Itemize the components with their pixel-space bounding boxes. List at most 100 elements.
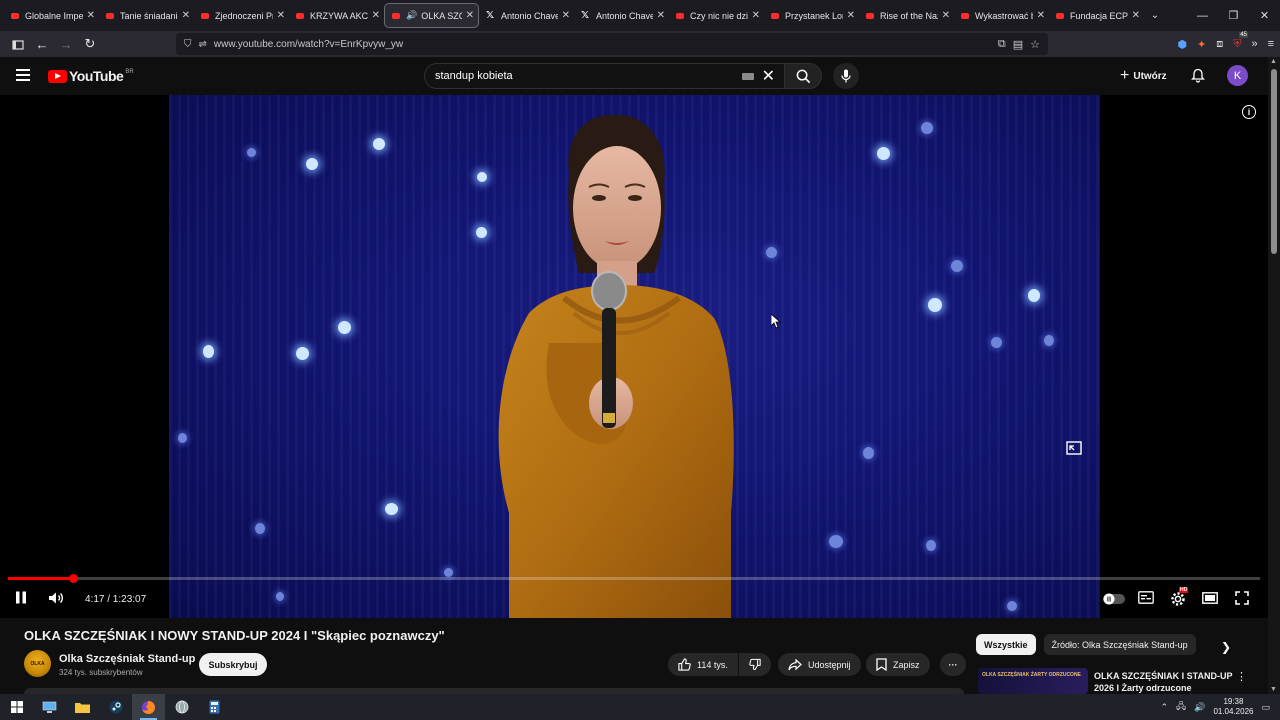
reader-view-icon[interactable]: ▤	[1013, 38, 1023, 51]
chip-all[interactable]: Wszystkie	[976, 634, 1036, 655]
ublock-icon[interactable]: ⛨ 45	[1233, 31, 1248, 51]
file-explorer-icon[interactable]	[66, 694, 99, 720]
search-button[interactable]	[784, 63, 822, 89]
browser-tab[interactable]: Zjednoczeni Pra ✕	[194, 3, 289, 28]
tab-close-icon[interactable]: ✕	[466, 10, 474, 21]
notifications-center-icon[interactable]: ▭	[1261, 702, 1270, 713]
tab-close-icon[interactable]: ✕	[372, 10, 380, 21]
bookmark-star-icon[interactable]: ☆	[1030, 38, 1040, 51]
browser-tab[interactable]: 𝕏 Antonio Chavez ✕	[479, 3, 574, 28]
privacy-badger-icon[interactable]: ⬢	[1177, 38, 1187, 51]
speaker-icon[interactable]: 🔊	[1194, 702, 1205, 713]
subscribe-button[interactable]: Subskrybuj	[199, 653, 267, 676]
more-actions-icon[interactable]: ···	[940, 653, 966, 676]
firefox-icon[interactable]	[132, 694, 165, 720]
notifications-bell-icon[interactable]	[1190, 68, 1206, 88]
create-button[interactable]: + Utwórz	[1120, 67, 1167, 85]
video-frame[interactable]	[169, 95, 1100, 618]
calculator-icon[interactable]	[198, 694, 231, 720]
minimize-icon[interactable]: —	[1187, 0, 1218, 31]
miniplayer-expand-icon[interactable]	[1066, 441, 1082, 455]
maximize-icon[interactable]: ❐	[1218, 0, 1249, 31]
tab-close-icon[interactable]: ✕	[657, 10, 665, 21]
start-button[interactable]	[0, 694, 33, 720]
address-bar[interactable]: ⛉ ⇌ www.youtube.com/watch?v=EnrKpvyw_yw …	[176, 33, 1048, 55]
permissions-icon[interactable]: ⇌	[199, 39, 207, 50]
browser-tab[interactable]: Wykastrować b ✕	[954, 3, 1049, 28]
tab-list-menu-icon[interactable]: ⌄	[1144, 10, 1166, 21]
browser-tab[interactable]: Tanie śniadanie ✕	[99, 3, 194, 28]
channel-name[interactable]: Olka Szczęśniak Stand-up	[59, 653, 195, 665]
related-video-thumbnail[interactable]: OLKA SZCZĘŚNIAK ŻARTY ODRZUCONE	[978, 668, 1088, 694]
overflow-chevron-icon[interactable]: »	[1251, 38, 1257, 50]
dislike-button[interactable]	[739, 653, 771, 676]
tab-close-icon[interactable]: ✕	[1037, 10, 1045, 21]
scroll-up-icon[interactable]: ▲	[1270, 58, 1277, 65]
browser-tab[interactable]: Globalne Imperi ✕	[4, 3, 99, 28]
browser-tab[interactable]: Przystanek Loms ✕	[764, 3, 859, 28]
browser-tab[interactable]: Czy nic nie dzieje ✕	[669, 3, 764, 28]
sidebar-toggle-icon[interactable]	[6, 33, 30, 55]
chip-source-channel[interactable]: Źródło: Olka Szczęśniak Stand-up	[1043, 634, 1196, 655]
reload-icon[interactable]: ↻	[78, 33, 102, 55]
shield-icon[interactable]: ⛉	[184, 39, 192, 50]
picture-in-picture-icon[interactable]: ⧉	[998, 38, 1006, 51]
like-button[interactable]: 114 tys.	[668, 653, 738, 676]
browser-tab[interactable]: 🔊 OLKA SZCZ ✕	[384, 3, 479, 28]
browser-tab[interactable]: Fundacja ECPU ✕	[1049, 3, 1144, 28]
tab-audio-icon[interactable]: 🔊	[406, 10, 417, 21]
search-input[interactable]: standup kobieta ✕	[424, 63, 786, 89]
subtitles-icon[interactable]	[1138, 591, 1154, 609]
voice-search-button[interactable]	[833, 63, 859, 89]
theater-mode-icon[interactable]	[1202, 591, 1218, 609]
tab-close-icon[interactable]: ✕	[942, 10, 950, 21]
fullscreen-icon[interactable]	[1235, 591, 1249, 610]
this-pc-icon[interactable]	[33, 694, 66, 720]
search-query[interactable]: standup kobieta	[435, 70, 513, 82]
keyboard-icon[interactable]	[741, 72, 754, 80]
page-scrollbar[interactable]: ▲ ▼	[1268, 57, 1280, 694]
browser-tab[interactable]: 𝕏 Antonio Chavez ✕	[574, 3, 669, 28]
extension-fox-icon[interactable]: ✦	[1197, 38, 1206, 51]
tab-close-icon[interactable]: ✕	[562, 10, 570, 21]
autoplay-toggle[interactable]	[1103, 592, 1125, 610]
related-more-icon[interactable]: ⋮	[1236, 670, 1247, 683]
network-icon[interactable]: 🖧	[1176, 699, 1186, 715]
tab-close-icon[interactable]: ✕	[1132, 10, 1140, 21]
tab-close-icon[interactable]: ✕	[182, 10, 190, 21]
app-globe-icon[interactable]	[165, 694, 198, 720]
tab-close-icon[interactable]: ✕	[847, 10, 855, 21]
forward-icon[interactable]: →	[54, 33, 78, 55]
tab-close-icon[interactable]: ✕	[87, 10, 95, 21]
app-menu-icon[interactable]: ≡	[1268, 38, 1274, 50]
scroll-down-icon[interactable]: ▼	[1270, 686, 1277, 693]
youtube-logo[interactable]: YouTube BR	[48, 68, 134, 84]
guide-menu-icon[interactable]	[16, 69, 30, 81]
tab-close-icon[interactable]: ✕	[752, 10, 760, 21]
save-button[interactable]: Zapisz	[866, 653, 930, 676]
steam-icon[interactable]	[99, 694, 132, 720]
account-avatar[interactable]: K	[1227, 65, 1248, 86]
tray-overflow-icon[interactable]: ⌃	[1161, 702, 1169, 713]
chevron-right-icon[interactable]: ❯	[1221, 640, 1231, 654]
info-icon[interactable]: i	[1242, 105, 1256, 119]
progress-scrubber-handle[interactable]	[68, 574, 78, 583]
clock[interactable]: 19:38 01.04.2026	[1213, 697, 1253, 717]
back-icon[interactable]: ←	[30, 33, 54, 55]
settings-gear-icon[interactable]: HD	[1170, 587, 1189, 612]
progress-bar[interactable]	[8, 574, 1260, 583]
channel-avatar[interactable]: OLKA	[24, 650, 51, 677]
share-button[interactable]: Udostępnij	[778, 653, 861, 676]
clear-search-icon[interactable]: ✕	[762, 66, 775, 86]
close-window-icon[interactable]: ✕	[1249, 0, 1280, 31]
pause-icon[interactable]	[15, 591, 27, 609]
video-player[interactable]: i 4:17 / 1:23:07 HD	[0, 95, 1268, 618]
browser-tab[interactable]: KRZYWA AKCJA ✕	[289, 3, 384, 28]
tab-close-icon[interactable]: ✕	[277, 10, 285, 21]
url-text[interactable]: www.youtube.com/watch?v=EnrKpvyw_yw	[214, 39, 403, 50]
extensions-puzzle-icon[interactable]: ⧈	[1216, 38, 1223, 51]
related-video-title[interactable]: OLKA SZCZĘŚNIAK I STAND-UP 2026 I Żarty …	[1094, 670, 1234, 694]
scrollbar-thumb[interactable]	[1271, 69, 1277, 254]
volume-icon[interactable]	[48, 591, 65, 610]
browser-tab[interactable]: Rise of the Nazi ✕	[859, 3, 954, 28]
